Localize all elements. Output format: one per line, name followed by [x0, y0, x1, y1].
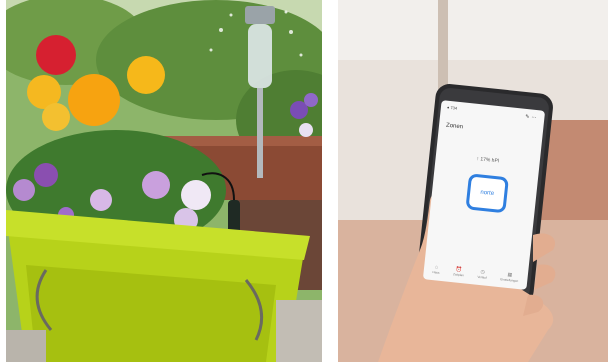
tab-label: Einstellungen	[500, 277, 519, 284]
tab-schedule[interactable]: ⏰ Zeitplan	[453, 266, 465, 277]
zone-button-label: norte	[480, 189, 495, 198]
tab-bar: ⌂ Haus ⏰ Zeitplan ◷ Verlauf ▦ Einstellun…	[425, 263, 525, 283]
tab-history[interactable]: ◷ Verlauf	[477, 269, 487, 280]
tab-label: Zeitplan	[452, 272, 464, 278]
more-icon[interactable]: ⋯	[531, 115, 537, 121]
garden-planter-photo	[6, 0, 322, 362]
pencil-icon[interactable]: ✎	[525, 114, 530, 120]
tab-label: Haus	[432, 270, 440, 275]
page-title: Zonen	[445, 122, 464, 131]
tab-settings[interactable]: ▦ Einstellungen	[500, 271, 519, 283]
tab-label: Verlauf	[477, 274, 487, 280]
tab-home[interactable]: ⌂ Haus	[432, 264, 440, 275]
humidity-readout: ↑ 17% hPl	[476, 156, 500, 165]
garden-planter-illustration	[6, 0, 322, 362]
hand-holding-phone-photo: ● 734 ✎ ⋯ Zonen ↑ 17% hPl norte ⌂ Haus ⏰…	[338, 0, 608, 362]
status-bar: ● 734	[446, 104, 458, 111]
phone-screen: ● 734 ✎ ⋯ Zonen ↑ 17% hPl norte ⌂ Haus ⏰…	[422, 100, 546, 290]
zone-button[interactable]: norte	[465, 173, 509, 214]
